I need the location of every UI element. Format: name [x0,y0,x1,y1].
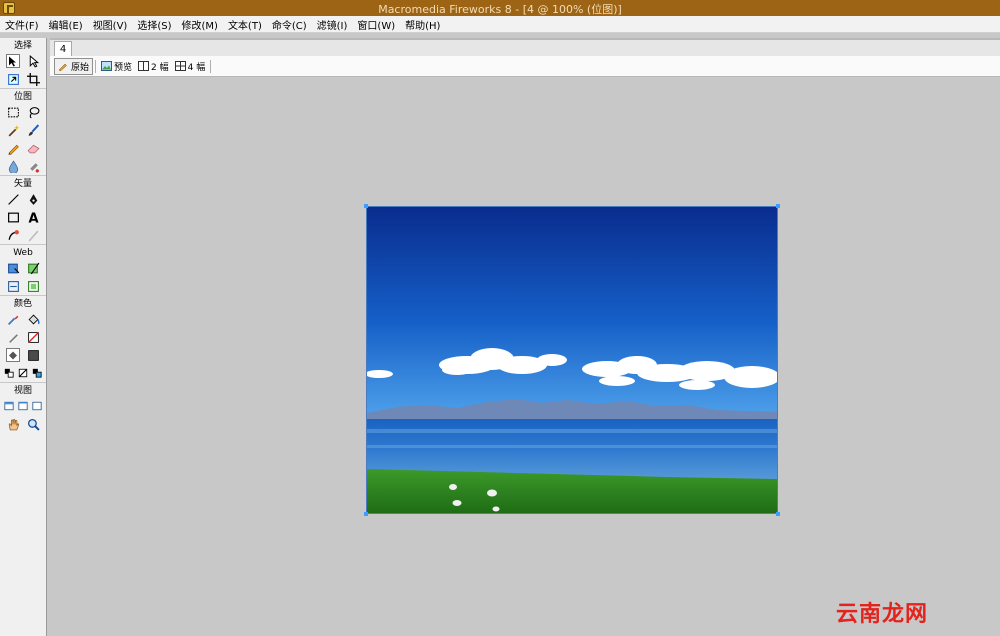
brush-tool-icon[interactable] [26,123,40,137]
pencil-icon [58,63,67,71]
menu-help[interactable]: 帮助(H) [400,17,445,32]
tools-section-view: 视图 [0,382,46,433]
tools-section-bitmap: 位图 [0,88,46,175]
zoom-tool-icon[interactable] [26,417,40,431]
full-screen-mode-icon[interactable] [32,401,43,412]
view-2up-label: 2 幅 [151,62,169,73]
resize-handle-bottom-right[interactable] [776,512,780,516]
menu-text[interactable]: 文本(T) [223,17,267,32]
view-4up-button[interactable]: 4 幅 [172,58,209,75]
view-mode-bar: 原始 预览 2 幅 4 幅 [50,56,1000,77]
standard-screen-mode-icon[interactable] [4,401,15,412]
tools-panel: 选择 位图 矢量 A Web 颜色 视图 [0,38,47,636]
full-screen-menu-mode-icon[interactable] [18,401,29,412]
view-4up-label: 4 幅 [187,62,206,73]
stroke-color-icon[interactable] [6,330,20,344]
text-tool-glyph: A [28,211,38,224]
pen-tool-icon[interactable] [26,192,40,206]
rubber-stamp-tool-icon[interactable] [26,159,40,173]
magic-wand-tool-icon[interactable] [6,123,20,137]
freeform-tool-icon[interactable] [6,228,20,242]
tools-label-select: 选择 [13,41,32,51]
eyedropper-tool-icon[interactable] [6,312,20,326]
swap-colors-icon[interactable] [32,368,43,379]
tools-label-web: Web [13,248,33,258]
four-up-icon [174,61,186,71]
view-divider [210,59,212,73]
knife-tool-icon[interactable] [26,228,40,242]
menu-edit[interactable]: 编辑(E) [44,17,88,32]
title-bar: Macromedia Fireworks 8 - [4 @ 100% (位图)] [0,0,1000,16]
fill-color-icon[interactable] [6,348,20,362]
subselect-tool-icon[interactable] [26,54,40,68]
crop-tool-icon[interactable] [26,72,40,86]
watermark-logo: 云南龙网 [836,602,929,627]
stroke-color-swatch[interactable] [26,330,40,344]
view-preview-button[interactable]: 预览 [98,58,135,75]
view-preview-label: 预览 [114,62,133,73]
hotspot-tool-icon[interactable] [6,261,20,275]
pointer-tool-icon[interactable] [6,54,20,68]
menu-view[interactable]: 视图(V) [88,17,133,32]
menu-filters[interactable]: 滤镜(I) [312,17,353,32]
fill-color-swatch[interactable] [26,348,40,362]
tools-section-vector: 矢量 A [0,175,46,244]
bitmap-image[interactable] [366,206,778,514]
tools-section-colors: 颜色 [0,295,46,382]
rectangle-tool-icon[interactable] [6,210,20,224]
tools-section-web: Web [0,244,46,295]
pencil-tool-icon[interactable] [6,141,20,155]
tools-label-bitmap: 位图 [13,92,32,102]
line-tool-icon[interactable] [6,192,20,206]
menu-window[interactable]: 窗口(W) [352,17,400,32]
text-tool-icon[interactable]: A [26,210,40,224]
slice-tool-icon[interactable] [26,261,40,275]
view-original-button[interactable]: 原始 [54,57,94,75]
menu-file[interactable]: 文件(F) [0,17,44,32]
menu-modify[interactable]: 修改(M) [177,17,223,32]
paint-bucket-tool-icon[interactable] [26,312,40,326]
window-title: Macromedia Fireworks 8 - [4 @ 100% (位图)] [378,3,622,16]
hide-slices-icon[interactable] [6,279,20,293]
view-2up-button[interactable]: 2 幅 [135,58,172,75]
tools-label-colors: 颜色 [13,299,32,309]
view-divider [95,59,97,73]
show-slices-icon[interactable] [26,279,40,293]
tools-label-view: 视图 [13,386,32,396]
hand-tool-icon[interactable] [6,417,20,431]
lasso-tool-icon[interactable] [26,105,40,119]
resize-handle-bottom-left[interactable] [364,512,368,516]
no-color-icon[interactable] [18,368,29,379]
menu-commands[interactable]: 命令(C) [267,17,312,32]
tools-section-select: 选择 [0,38,46,88]
menu-bar: 文件(F) 编辑(E) 视图(V) 选择(S) 修改(M) 文本(T) 命令(C… [0,16,1000,33]
eraser-tool-icon[interactable] [26,141,40,155]
document-tab-bar: 4 [50,38,1000,58]
scale-tool-icon[interactable] [6,72,20,86]
image-preview-icon [101,61,113,71]
menu-select[interactable]: 选择(S) [132,17,176,32]
tools-label-vector: 矢量 [13,179,32,189]
resize-handle-top-right[interactable] [776,204,780,208]
blur-tool-icon[interactable] [6,159,20,173]
resize-handle-top-left[interactable] [364,204,368,208]
landscape-photo [367,207,777,513]
default-colors-icon[interactable] [4,368,15,379]
view-original-label: 原始 [71,62,90,73]
two-up-icon [138,61,150,71]
marquee-tool-icon[interactable] [6,105,20,119]
